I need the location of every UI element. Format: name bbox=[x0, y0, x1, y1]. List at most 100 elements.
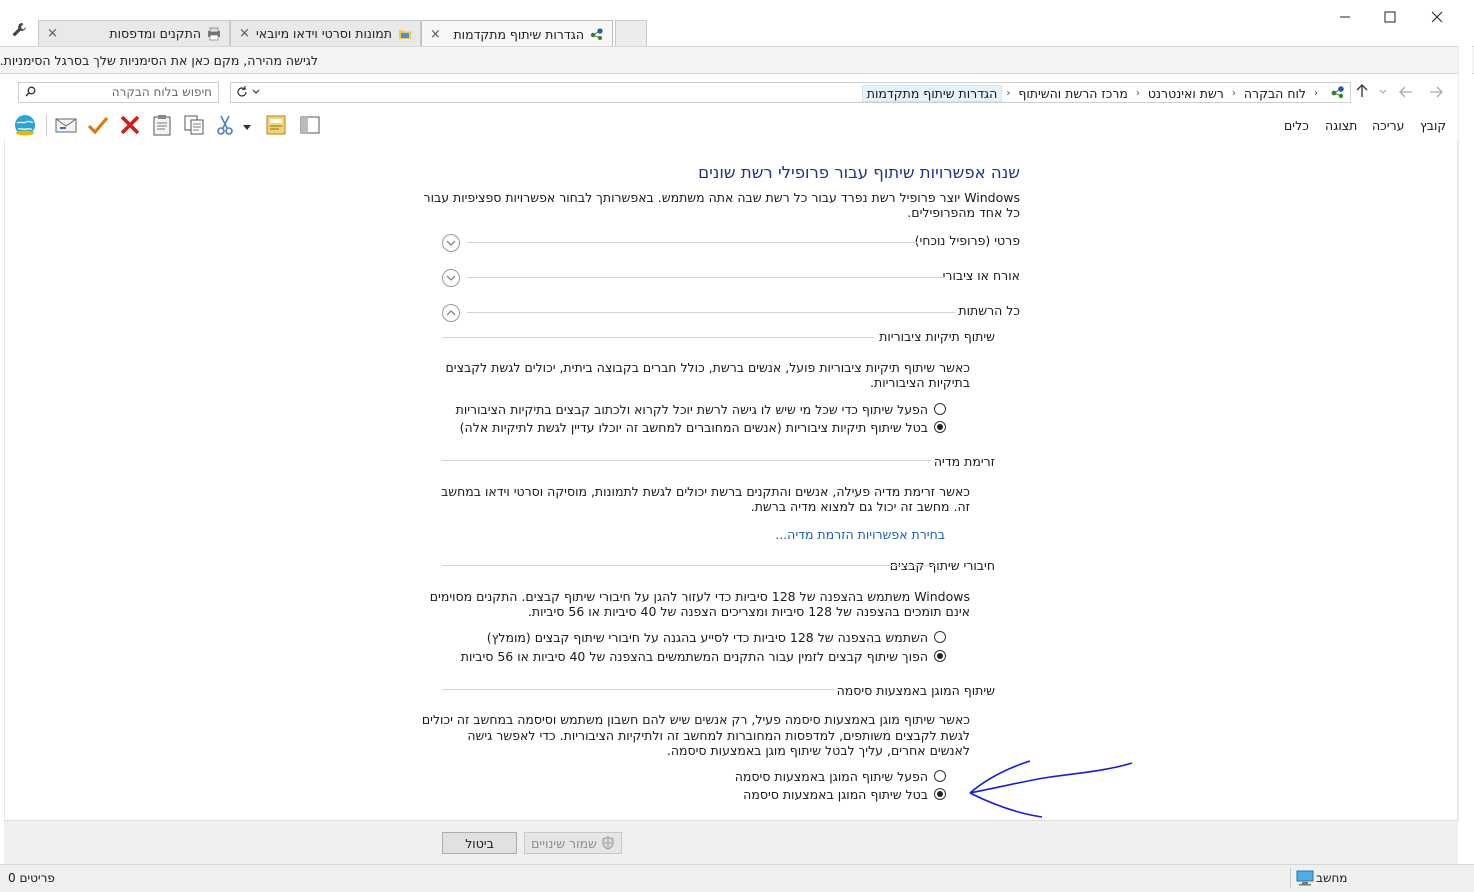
tab-label: תמונות וסרטי וידאו מיובאים bbox=[255, 26, 392, 41]
panel-icon[interactable] bbox=[299, 114, 321, 136]
radio-40-56bit[interactable] bbox=[934, 650, 946, 662]
search-icon bbox=[25, 86, 36, 100]
cancel-button[interactable]: ביטול bbox=[442, 832, 517, 854]
status-bar: 0 פריטים מחשב bbox=[0, 864, 1474, 892]
divider bbox=[467, 312, 955, 313]
close-icon[interactable]: × bbox=[239, 26, 250, 41]
chevron-down-icon[interactable] bbox=[442, 269, 460, 287]
intro-line: כל אחד מהפרופילים. bbox=[907, 205, 1020, 220]
minimize-icon[interactable] bbox=[1334, 6, 1356, 28]
breadcrumb-item[interactable]: מרכז הרשת והשיתוף bbox=[1014, 86, 1132, 101]
cut-icon[interactable] bbox=[214, 114, 236, 136]
properties-icon[interactable] bbox=[265, 114, 287, 136]
breadcrumb-current[interactable]: הגדרות שיתוף מתקדמות bbox=[861, 85, 1003, 102]
forward-arrow-icon[interactable] bbox=[1429, 84, 1443, 102]
section-heading: שיתוף תיקיות ציבוריות bbox=[879, 329, 995, 344]
radio-password-off[interactable] bbox=[934, 788, 946, 800]
section-heading: זרימת מדיה bbox=[933, 454, 995, 469]
refresh-icon[interactable] bbox=[235, 85, 249, 102]
chevron-up-icon[interactable] bbox=[442, 304, 460, 322]
network-icon bbox=[590, 27, 604, 41]
breadcrumb: ‹ לוח הבקרה ‹ רשת ואינטרנט ‹ מרכז הרשת ו… bbox=[861, 85, 1322, 102]
section-desc: בתיקיות הציבוריות. bbox=[870, 375, 970, 390]
button-bar: ביטול שמור שינויים bbox=[4, 820, 1458, 864]
computer-label: מחשב bbox=[1316, 871, 1348, 885]
radio-password-on[interactable] bbox=[934, 770, 946, 782]
wrench-icon[interactable] bbox=[11, 22, 27, 38]
tab-label: הגדרות שיתוף מתקדמות bbox=[453, 26, 584, 42]
search-input[interactable]: חיפוש בלוח הבקרה bbox=[18, 82, 219, 103]
menu-file[interactable]: קובץ bbox=[1420, 118, 1446, 133]
profile-private[interactable]: פרטי (פרופיל נוכחי) bbox=[915, 233, 1020, 248]
section-desc: זה. מחשב זה יכול גם למצוא מדיה ברשת. bbox=[750, 499, 970, 514]
intro-line: Windows יוצר פרופיל רשת נפרד עבור כל רשת… bbox=[423, 190, 1020, 205]
profile-all[interactable]: כל הרשתות bbox=[958, 303, 1020, 318]
section-heading: שיתוף המוגן באמצעות סיסמה bbox=[836, 683, 995, 698]
tab-imported-media[interactable]: תמונות וסרטי וידאו מיובאים × bbox=[230, 20, 421, 46]
close-icon[interactable]: × bbox=[47, 26, 58, 41]
address-bar[interactable]: ‹ לוח הבקרה ‹ רשת ואינטרנט ‹ מרכז הרשת ו… bbox=[230, 82, 1351, 103]
tab-advanced-sharing[interactable]: הגדרות שיתוף מתקדמות × bbox=[421, 20, 613, 47]
chevron-icon: ‹ bbox=[1314, 88, 1318, 99]
clipboard-icon[interactable] bbox=[151, 114, 173, 136]
section-desc: אינם תומכים בהצפנה של 128 סיביות ומצריכי… bbox=[527, 604, 970, 619]
tab-devices-printers[interactable]: התקנים ומדפסות × bbox=[38, 20, 230, 46]
divider bbox=[467, 242, 917, 243]
close-icon[interactable]: × bbox=[430, 27, 441, 42]
breadcrumb-item[interactable]: לוח הבקרה bbox=[1240, 86, 1310, 101]
dropdown-arrow-icon[interactable] bbox=[242, 121, 252, 130]
chevron-icon[interactable]: ‹ bbox=[1132, 88, 1144, 99]
divider bbox=[442, 337, 874, 338]
radio-label[interactable]: הפוך שיתוף קבצים לזמין עבור התקנים המשתמ… bbox=[461, 649, 928, 664]
page-title: שנה אפשרויות שיתוף עבור פרופילי רשת שוני… bbox=[698, 163, 1020, 182]
section-desc: לאנשים אחרים, עליך לבטל שיתוף מוגן באמצע… bbox=[666, 743, 970, 758]
profile-guest[interactable]: אורח או ציבורי bbox=[943, 268, 1020, 283]
divider bbox=[467, 277, 945, 278]
items-count: 0 פריטים bbox=[8, 871, 55, 885]
menu-tools[interactable]: כלים bbox=[1284, 118, 1309, 133]
close-window-icon[interactable] bbox=[1426, 6, 1448, 28]
section-desc: Windows משתמש בהצפנה של 128 סיביות כדי ל… bbox=[429, 589, 970, 604]
radio-public-off[interactable] bbox=[934, 421, 946, 433]
printer-icon bbox=[207, 27, 221, 41]
breadcrumb-item[interactable]: רשת ואינטרנט bbox=[1144, 86, 1228, 101]
scrollbar[interactable] bbox=[1458, 46, 1472, 822]
radio-128bit[interactable] bbox=[934, 631, 946, 643]
up-arrow-icon[interactable] bbox=[1356, 84, 1368, 102]
new-tab-button[interactable] bbox=[615, 20, 647, 46]
menu-edit[interactable]: עריכה bbox=[1372, 118, 1404, 133]
media-options-link[interactable]: בחירת אפשרויות הזרמת מדיה... bbox=[775, 527, 945, 542]
radio-label[interactable]: הפעל שיתוף כדי שכל מי שיש לו גישה לרשת י… bbox=[456, 402, 928, 417]
radio-label[interactable]: בטל שיתוף המוגן באמצעות סיסמה bbox=[743, 787, 928, 802]
globe-icon[interactable] bbox=[13, 114, 35, 136]
radio-label[interactable]: בטל שיתוף תיקיות ציבוריות (אנשים המחוברי… bbox=[460, 420, 928, 435]
toolbar: קובץ עריכה תצוגה כלים bbox=[0, 110, 1474, 140]
address-row: חיפוש בלוח הבקרה ‹ לוח הבקרה ‹ רשת ואינט… bbox=[0, 74, 1474, 110]
maximize-icon[interactable] bbox=[1379, 6, 1401, 28]
radio-public-on[interactable] bbox=[934, 403, 946, 415]
back-arrow-icon[interactable] bbox=[1399, 84, 1413, 102]
chevron-down-icon[interactable] bbox=[251, 86, 261, 101]
chevron-icon[interactable]: ‹ bbox=[1228, 88, 1240, 99]
radio-label[interactable]: הפעל שיתוף המוגן באמצעות סיסמה bbox=[735, 769, 928, 784]
chevron-icon[interactable]: ‹ bbox=[1002, 88, 1014, 99]
save-button-label: שמור שינויים bbox=[531, 835, 597, 851]
delete-icon[interactable] bbox=[119, 114, 141, 136]
section-desc: כאשר זרימת מדיה פעילה, אנשים והתקנים ברש… bbox=[441, 484, 970, 499]
copy-icon[interactable] bbox=[183, 114, 205, 136]
shield-icon bbox=[601, 836, 615, 850]
chevron-down-icon[interactable] bbox=[442, 234, 460, 252]
email-icon[interactable] bbox=[55, 114, 77, 136]
menu-view[interactable]: תצוגה bbox=[1325, 118, 1357, 133]
checkmark-icon[interactable] bbox=[87, 114, 109, 136]
divider bbox=[442, 689, 835, 690]
content-pane: שנה אפשרויות שיתוף עבור פרופילי רשת שוני… bbox=[4, 140, 1458, 820]
tab-label: התקנים ומדפסות bbox=[109, 26, 201, 41]
bookmarks-bar: לגישה מהירה, מקם כאן את הסימניות שלך בסר… bbox=[0, 46, 1474, 74]
status-separator bbox=[1290, 868, 1291, 888]
radio-label[interactable]: השתמש בהצפנה של 128 סיביות כדי לסייע בהג… bbox=[487, 630, 928, 645]
save-changes-button[interactable]: שמור שינויים bbox=[524, 832, 622, 854]
recent-chevron-icon[interactable] bbox=[1378, 84, 1388, 102]
folder-icon bbox=[398, 27, 412, 41]
bookmarks-hint: לגישה מהירה, מקם כאן את הסימניות שלך בסר… bbox=[0, 53, 318, 68]
